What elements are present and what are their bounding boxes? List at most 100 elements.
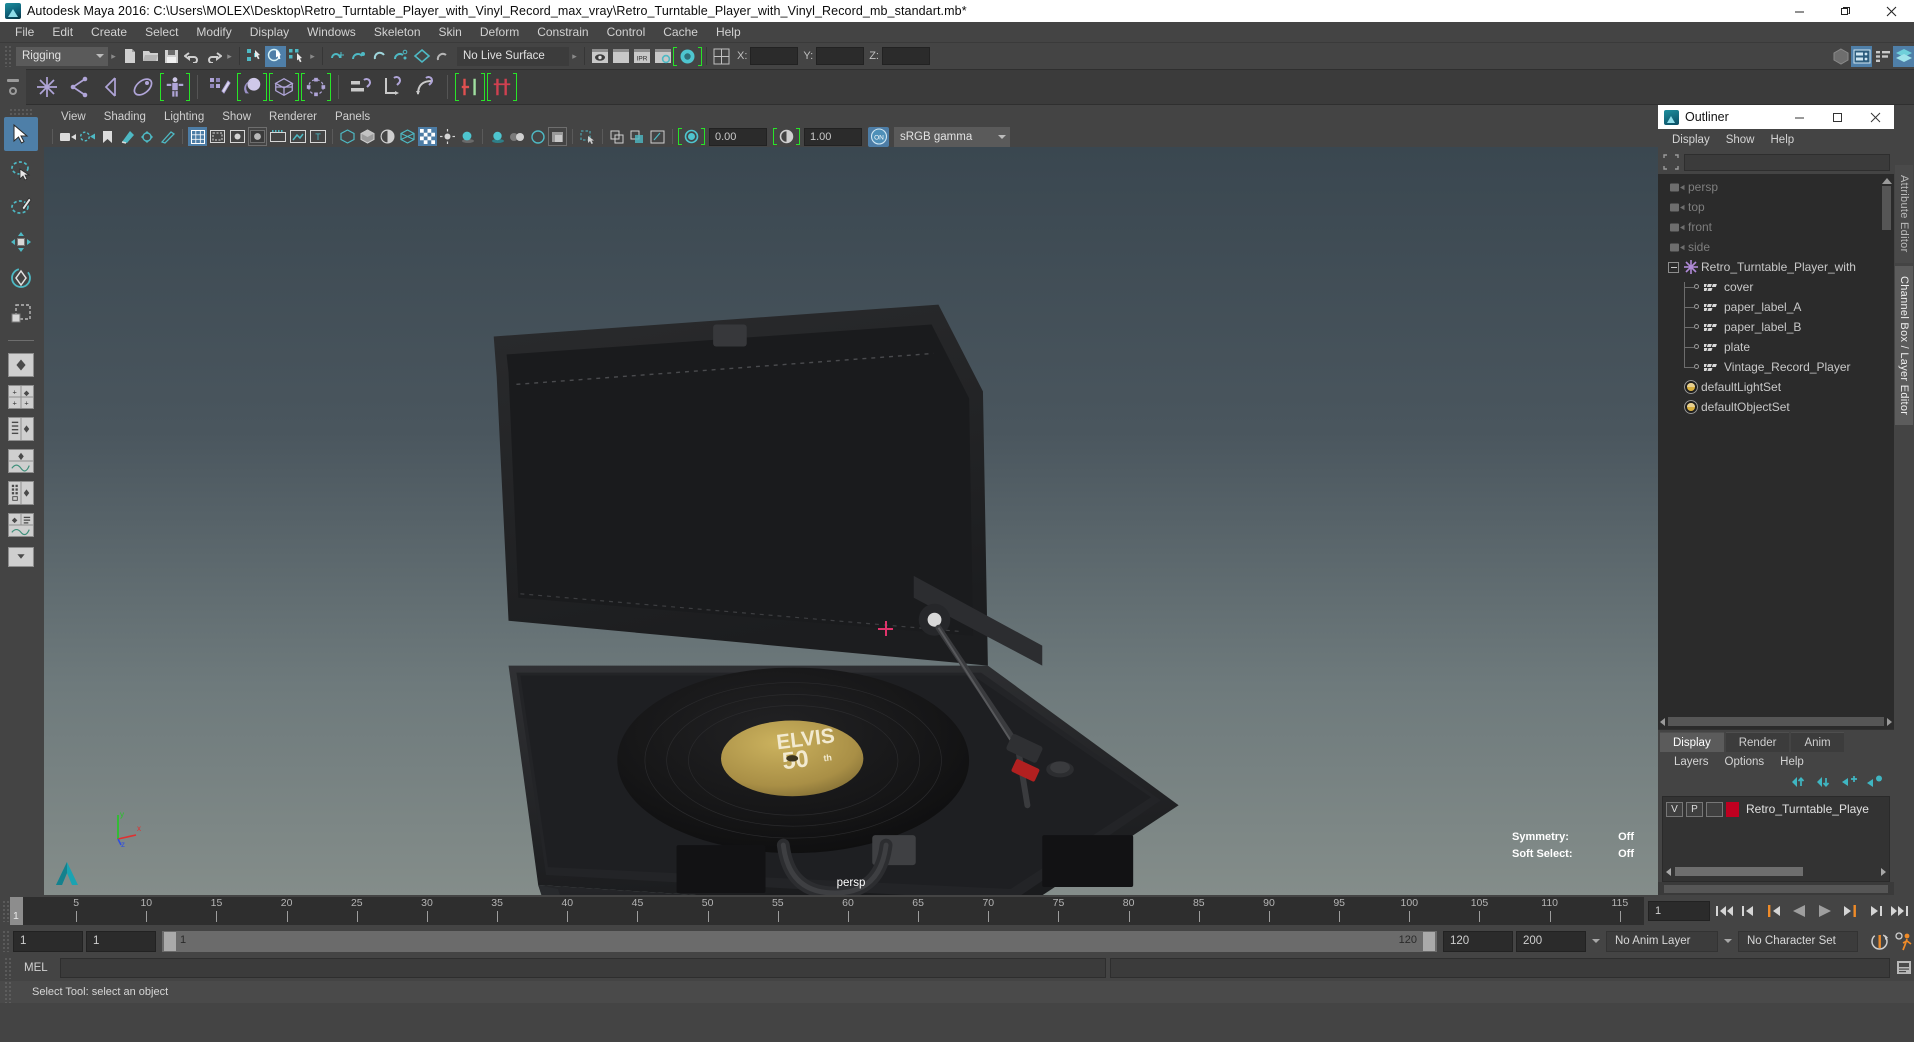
display-layer-list[interactable]: V P Retro_Turntable_Playe: [1662, 796, 1890, 882]
shelf-joint-tool-icon[interactable]: [32, 72, 62, 102]
layer-name[interactable]: Retro_Turntable_Playe: [1746, 802, 1869, 816]
tab-channel-box-layer-editor[interactable]: Channel Box / Layer Editor: [1895, 265, 1913, 425]
animation-end-field[interactable]: 200: [1516, 930, 1586, 952]
save-scene-icon[interactable]: [161, 46, 182, 67]
snap-to-curve-icon[interactable]: [348, 46, 369, 67]
menu-select[interactable]: Select: [136, 22, 187, 43]
layout-hypershade-persp-icon[interactable]: [5, 478, 37, 508]
command-result-field[interactable]: [1110, 958, 1890, 978]
show-modeling-toolkit-icon[interactable]: [1830, 46, 1851, 67]
transform-z-input[interactable]: [881, 47, 930, 65]
smooth-shade-all-icon[interactable]: [358, 127, 377, 146]
shelf-aim-constraint-icon[interactable]: [487, 72, 517, 102]
layout-more-icon[interactable]: [5, 542, 37, 572]
shelf-cluster-icon[interactable]: [301, 72, 331, 102]
collapse-expander-icon[interactable]: [1668, 261, 1679, 273]
outliner-item-front[interactable]: front: [1658, 217, 1894, 237]
minimize-button[interactable]: [1776, 0, 1822, 22]
wireframe-shading-icon[interactable]: [338, 127, 357, 146]
bookmark-icon[interactable]: [98, 127, 117, 146]
step-forward-key-icon[interactable]: [1839, 901, 1860, 922]
render-settings-icon[interactable]: [652, 46, 673, 67]
anim-layer-field[interactable]: No Anim Layer: [1606, 930, 1718, 952]
snap-to-view-plane-icon[interactable]: [411, 46, 432, 67]
outliner-menu-help[interactable]: Help: [1763, 134, 1803, 146]
multisample-aa-icon[interactable]: [528, 127, 547, 146]
depth-of-field-icon[interactable]: [548, 127, 567, 146]
statusline-divider-3[interactable]: ▸: [307, 46, 318, 66]
scrollbar-thumb[interactable]: [1882, 186, 1891, 230]
select-by-hierarchy-icon[interactable]: [244, 46, 265, 67]
vpmenu-panels[interactable]: Panels: [326, 111, 379, 123]
layout-single-perspective-icon[interactable]: [5, 350, 37, 380]
show-channel-box-icon[interactable]: [1893, 45, 1914, 67]
status-bar-grip[interactable]: [4, 981, 12, 1003]
isolate-select-icon[interactable]: [578, 127, 597, 146]
textured-display-icon[interactable]: [418, 127, 437, 146]
animation-preferences-icon[interactable]: [1893, 931, 1914, 952]
paint-selection-tool-icon[interactable]: [4, 189, 38, 223]
range-start-field[interactable]: 1: [86, 930, 156, 952]
scroll-up-arrow-icon[interactable]: [1881, 178, 1892, 184]
move-tool-icon[interactable]: [4, 225, 38, 259]
film-gate-icon[interactable]: [208, 127, 227, 146]
motion-blur-icon[interactable]: [508, 127, 527, 146]
text-overlay-icon[interactable]: T: [308, 127, 327, 146]
menu-file[interactable]: File: [6, 22, 43, 43]
layer-menu-layers[interactable]: Layers: [1666, 756, 1717, 768]
xray-active-components-icon[interactable]: [628, 127, 647, 146]
toggle-attribute-panel-icon[interactable]: [711, 46, 732, 67]
menu-cache[interactable]: Cache: [654, 22, 707, 43]
scale-tool-icon[interactable]: [4, 297, 38, 331]
outliner-item-paper-label-a[interactable]: paper_label_A: [1658, 297, 1894, 317]
outliner-item-vintage-record-player[interactable]: Vintage_Record_Player: [1658, 357, 1894, 377]
go-to-start-icon[interactable]: [1714, 901, 1735, 922]
command-line-grip[interactable]: [4, 957, 12, 979]
shelf-orient-constraint-icon[interactable]: [410, 72, 440, 102]
gate-mask-icon[interactable]: [248, 127, 267, 146]
outliner-maximize-icon[interactable]: [1818, 105, 1856, 129]
range-start-handle[interactable]: [164, 931, 176, 951]
render-current-frame-icon[interactable]: [589, 46, 610, 67]
range-end-handle[interactable]: [1423, 931, 1435, 951]
layer-menu-help[interactable]: Help: [1772, 756, 1812, 768]
wireframe-on-shaded-icon[interactable]: [398, 127, 417, 146]
snap-to-point-icon[interactable]: [369, 46, 390, 67]
color-management-toggle-icon[interactable]: ON: [868, 126, 889, 147]
tab-anim[interactable]: Anim: [1791, 732, 1844, 752]
outliner-menu-display[interactable]: Display: [1664, 134, 1718, 146]
auto-keyframe-toggle-icon[interactable]: [1869, 931, 1890, 952]
vpmenu-view[interactable]: View: [52, 111, 95, 123]
tab-display[interactable]: Display: [1660, 732, 1724, 752]
outliner-item-group-root[interactable]: Retro_Turntable_Player_with: [1658, 257, 1894, 277]
close-icon[interactable]: [1868, 0, 1914, 22]
exposure-icon[interactable]: [682, 127, 701, 146]
ipr-render-icon[interactable]: IPR: [631, 46, 652, 67]
menu-skin[interactable]: Skin: [430, 22, 471, 43]
menu-help[interactable]: Help: [707, 22, 750, 43]
move-layer-down-icon[interactable]: [1817, 775, 1834, 791]
gamma-value-field[interactable]: 1.00: [804, 127, 862, 146]
play-forwards-icon[interactable]: [1814, 901, 1835, 922]
gamma-icon[interactable]: [777, 127, 796, 146]
statusline-divider-2[interactable]: ▸: [224, 46, 235, 66]
shelf-point-constraint-icon[interactable]: [378, 72, 408, 102]
snap-to-grid-icon[interactable]: [327, 46, 348, 67]
vpmenu-shading[interactable]: Shading: [95, 111, 155, 123]
time-slider-grip[interactable]: [2, 900, 10, 922]
3d-viewport[interactable]: ELVIS 50 th: [44, 147, 1658, 895]
statusline-divider-1[interactable]: ▸: [108, 46, 119, 66]
character-set-dropdown-icon[interactable]: [1721, 931, 1735, 952]
script-editor-icon[interactable]: [1894, 958, 1914, 978]
menu-control[interactable]: Control: [598, 22, 655, 43]
shadows-icon[interactable]: [458, 127, 477, 146]
shelf-smooth-bind-icon[interactable]: [237, 72, 267, 102]
vpmenu-renderer[interactable]: Renderer: [260, 111, 326, 123]
menu-windows[interactable]: Windows: [298, 22, 365, 43]
shelf-parent-constraint-icon[interactable]: [346, 72, 376, 102]
outliner-item-default-object-set[interactable]: defaultObjectSet: [1658, 397, 1894, 417]
layout-outliner-persp-icon[interactable]: [5, 414, 37, 444]
scroll-left-arrow-icon[interactable]: [1660, 717, 1665, 726]
shelf-lattice-icon[interactable]: [269, 72, 299, 102]
scrollbar-thumb[interactable]: [1668, 717, 1884, 726]
